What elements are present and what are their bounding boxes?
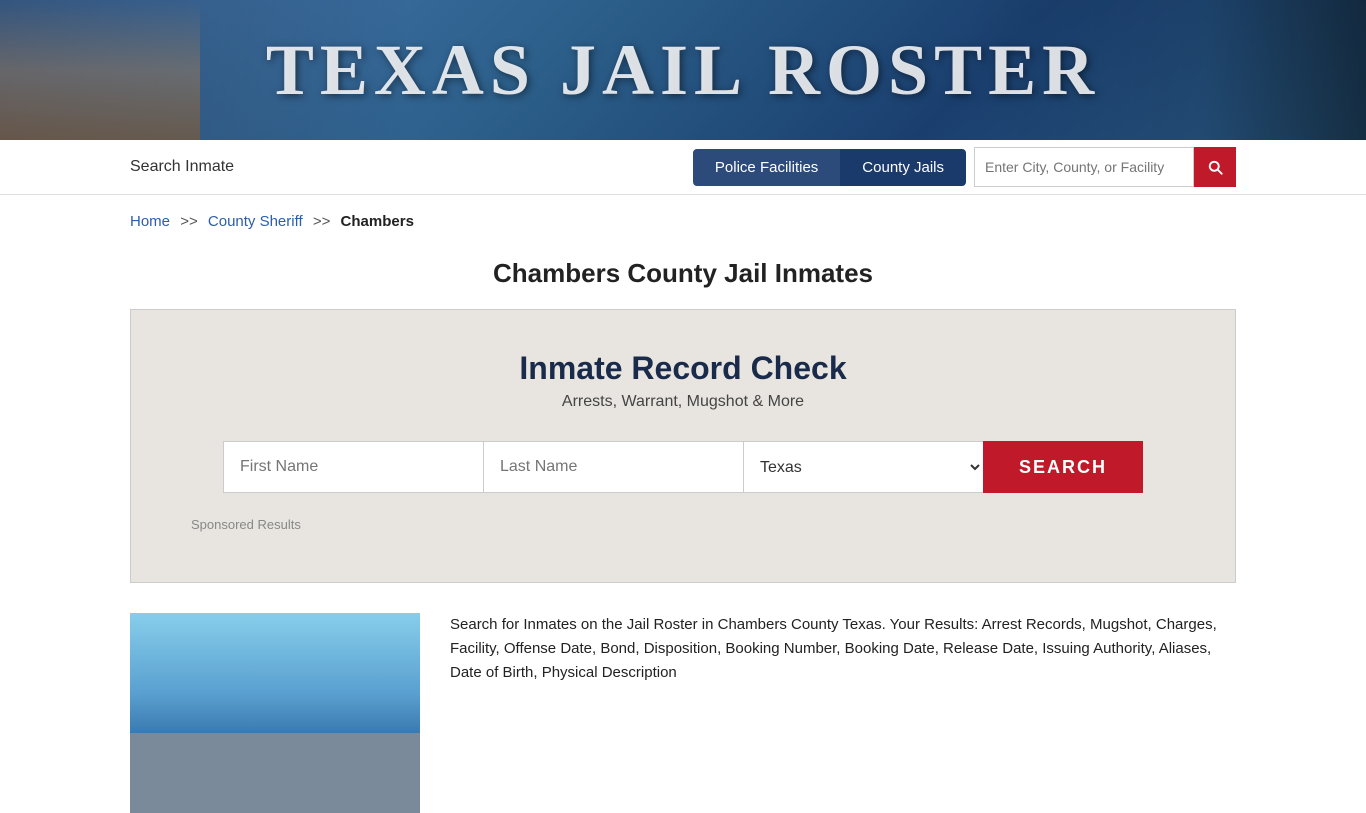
sponsored-label: Sponsored Results — [191, 517, 1175, 532]
nav-buttons: Police Facilities County Jails — [693, 149, 966, 186]
breadcrumb-sep-1: >> — [180, 213, 198, 230]
capitol-decoration — [0, 0, 200, 140]
building-silhouette — [130, 733, 420, 813]
page-title-section: Chambers County Jail Inmates — [0, 248, 1366, 309]
keys-decoration — [1206, 0, 1366, 140]
county-jails-button[interactable]: County Jails — [840, 149, 966, 186]
facility-search-bar — [974, 147, 1236, 187]
last-name-input[interactable] — [483, 441, 743, 493]
navbar: Search Inmate Police Facilities County J… — [0, 140, 1366, 195]
page-title: Chambers County Jail Inmates — [0, 258, 1366, 289]
facility-image — [130, 613, 420, 813]
facility-search-input[interactable] — [974, 147, 1194, 187]
site-title: Texas Jail Roster — [266, 29, 1100, 112]
breadcrumb-county-sheriff[interactable]: County Sheriff — [208, 213, 303, 230]
header-banner: Texas Jail Roster — [0, 0, 1366, 140]
breadcrumb: Home >> County Sheriff >> Chambers — [0, 195, 1366, 248]
search-icon — [1206, 158, 1224, 176]
facility-search-button[interactable] — [1194, 147, 1236, 187]
search-inmate-label: Search Inmate — [130, 158, 234, 176]
inmate-search-box: Inmate Record Check Arrests, Warrant, Mu… — [130, 309, 1236, 583]
state-select[interactable]: AlabamaAlaskaArizonaArkansasCaliforniaCo… — [743, 441, 983, 493]
inmate-search-title: Inmate Record Check — [191, 350, 1175, 387]
breadcrumb-sep-2: >> — [313, 213, 331, 230]
search-submit-button[interactable]: SEARCH — [983, 441, 1143, 493]
breadcrumb-home[interactable]: Home — [130, 213, 170, 230]
search-form-row: AlabamaAlaskaArizonaArkansasCaliforniaCo… — [191, 441, 1175, 493]
bottom-section: Search for Inmates on the Jail Roster in… — [0, 613, 1366, 813]
inmate-search-subtitle: Arrests, Warrant, Mugshot & More — [191, 393, 1175, 411]
first-name-input[interactable] — [223, 441, 483, 493]
bottom-description: Search for Inmates on the Jail Roster in… — [450, 613, 1236, 685]
breadcrumb-current: Chambers — [341, 213, 414, 230]
police-facilities-button[interactable]: Police Facilities — [693, 149, 840, 186]
